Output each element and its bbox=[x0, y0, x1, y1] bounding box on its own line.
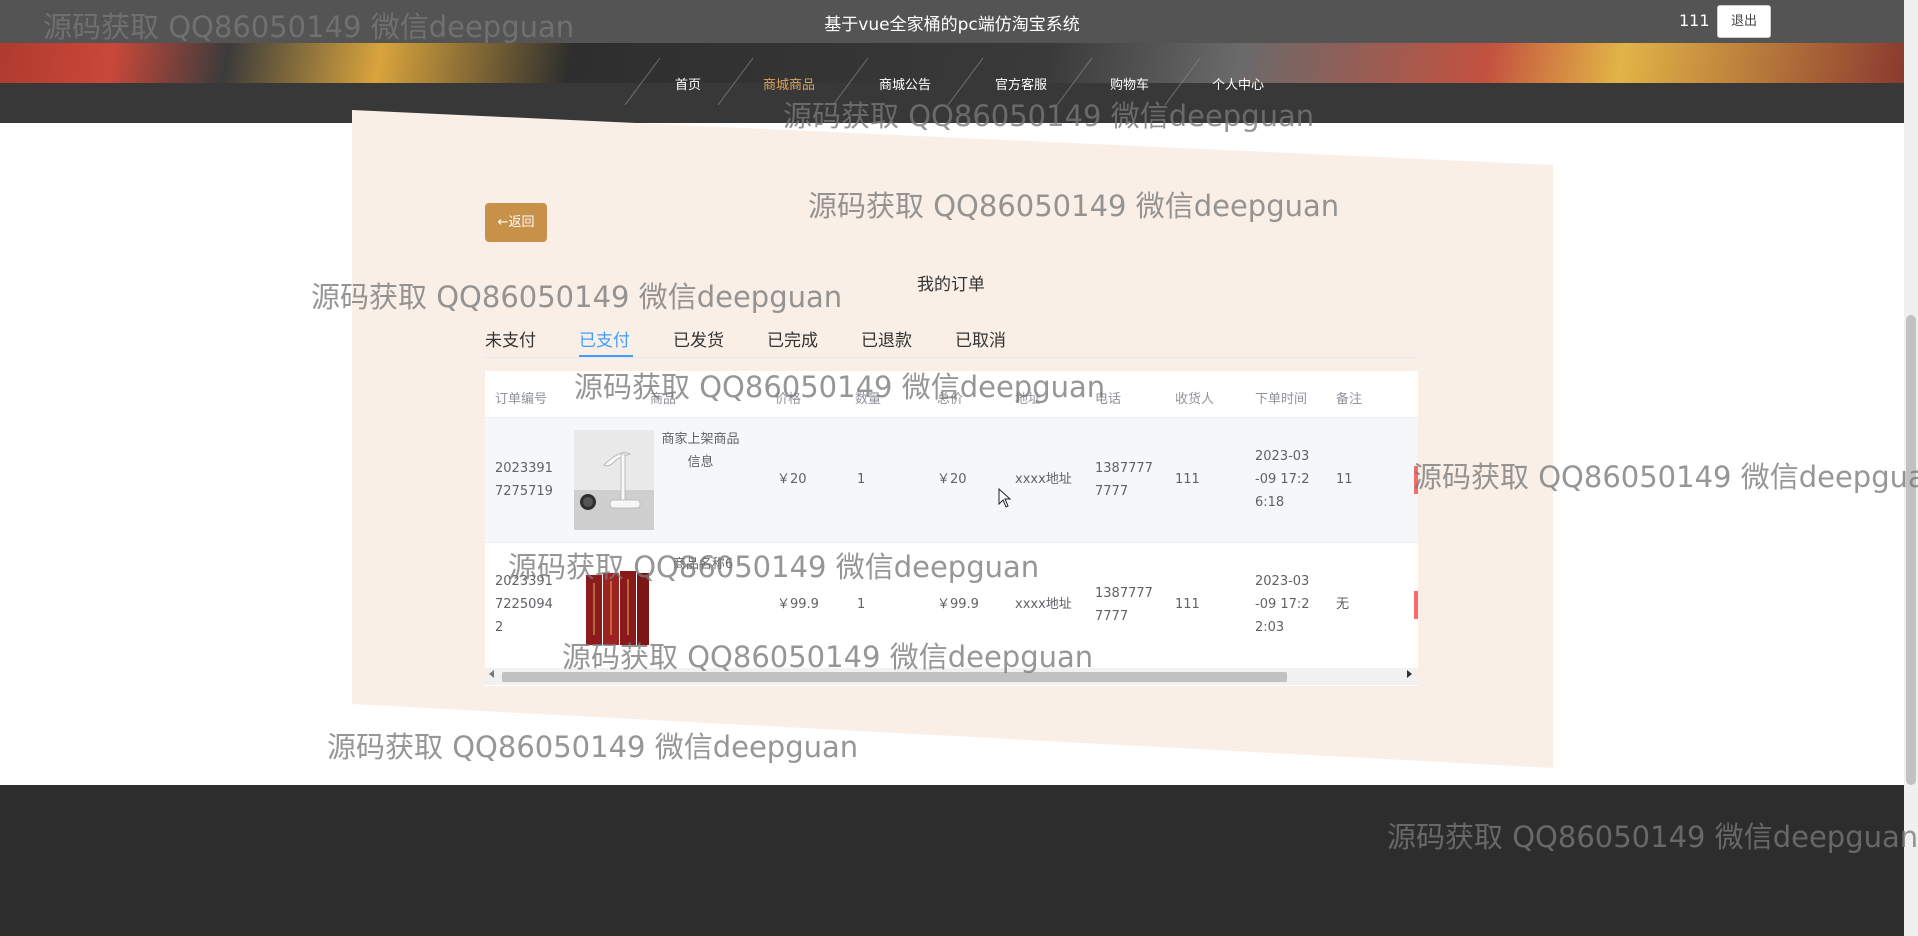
column-header: 订单编号 bbox=[495, 392, 548, 407]
remark: 无 bbox=[1336, 597, 1350, 612]
top-bar: 基于vue全家桶的pc端仿淘宝系统 bbox=[0, 0, 1904, 43]
quantity: 1 bbox=[857, 472, 866, 487]
active-tab-indicator bbox=[579, 355, 633, 357]
watermark: 源码获取 QQ86050149 微信deepguan bbox=[808, 189, 1340, 223]
order-time: 2023-03 -09 17:2 2:03 bbox=[1255, 574, 1310, 635]
total: ￥99.9 bbox=[937, 597, 979, 612]
receiver: 111 bbox=[1175, 597, 1200, 612]
watermark: 源码获取 QQ86050149 微信deepguan bbox=[1413, 460, 1918, 494]
phone: 1387777 7777 bbox=[1095, 461, 1153, 499]
column-header: 地址 bbox=[1015, 392, 1042, 407]
column-header: 电话 bbox=[1095, 392, 1122, 407]
tab-unpaid[interactable]: 未支付 bbox=[485, 326, 536, 351]
scroll-left-arrow-icon[interactable] bbox=[489, 670, 494, 678]
column-header: 下单时间 bbox=[1255, 392, 1308, 407]
footer bbox=[0, 785, 1904, 936]
address: xxxx地址 bbox=[1015, 472, 1072, 487]
tab-paid[interactable]: 已支付 bbox=[579, 326, 630, 351]
price: ￥20 bbox=[777, 472, 807, 487]
nav-bar bbox=[0, 83, 1904, 123]
column-header: 备注 bbox=[1336, 392, 1363, 407]
book-set-image bbox=[574, 555, 654, 655]
watermark: 源码获取 QQ86050149 微信deepguan bbox=[327, 730, 859, 764]
nav-item-products[interactable]: 商城商品 bbox=[763, 74, 815, 93]
product-name: 商家上架商品 信息 bbox=[661, 432, 740, 470]
tab-shipped[interactable]: 已发货 bbox=[673, 326, 724, 351]
nav-item-home[interactable]: 首页 bbox=[675, 74, 701, 93]
nav-item-service[interactable]: 官方客服 bbox=[995, 74, 1047, 93]
mouse-cursor-icon bbox=[998, 488, 1012, 508]
watermark: 源码获取 QQ86050149 微信deepguan bbox=[311, 280, 843, 314]
scroll-right-arrow-icon[interactable] bbox=[1407, 670, 1412, 678]
nav-item-notices[interactable]: 商城公告 bbox=[879, 74, 931, 93]
action-button-edge[interactable] bbox=[1414, 466, 1418, 494]
total: ￥20 bbox=[937, 472, 967, 487]
order-status-tabs: 未支付 已支付 已发货 已完成 已退款 已取消 bbox=[485, 320, 1418, 358]
banner-image bbox=[0, 43, 1904, 83]
address: xxxx地址 bbox=[1015, 597, 1072, 612]
page-scrollbar-thumb[interactable] bbox=[1906, 315, 1916, 785]
tab-refunded[interactable]: 已退款 bbox=[861, 326, 912, 351]
back-button[interactable]: ←返回 bbox=[485, 203, 547, 242]
tab-completed[interactable]: 已完成 bbox=[767, 326, 818, 351]
action-button-edge[interactable] bbox=[1414, 591, 1418, 619]
column-header: 总价 bbox=[937, 392, 964, 407]
table-row[interactable]: 2023391 7225094 2 商品名称6 ￥99.9 1 ￥99.9 xx… bbox=[485, 543, 1418, 667]
table-row[interactable]: 2023391 7275719 商家上架商品 信息 ￥20 1 ￥20 xxxx… bbox=[485, 418, 1418, 542]
product-image[interactable] bbox=[574, 430, 654, 530]
page-title: 我的订单 bbox=[917, 275, 985, 295]
user-name[interactable]: 111 bbox=[1679, 11, 1710, 30]
column-header: 收货人 bbox=[1175, 392, 1215, 407]
tab-cancelled[interactable]: 已取消 bbox=[955, 326, 1006, 351]
orders-table: 订单编号 商品 价格 数量 总价 地址 电话 收货人 下单时间 备注 20233… bbox=[485, 371, 1418, 686]
product-image[interactable] bbox=[574, 555, 654, 655]
price: ￥99.9 bbox=[777, 597, 819, 612]
scrollbar-thumb[interactable] bbox=[502, 672, 1287, 682]
column-header: 价格 bbox=[775, 392, 802, 407]
site-title: 基于vue全家桶的pc端仿淘宝系统 bbox=[824, 15, 1080, 35]
desk-lamp-image bbox=[574, 430, 654, 530]
order-time: 2023-03 -09 17:2 6:18 bbox=[1255, 449, 1310, 510]
order-number: 2023391 7275719 bbox=[495, 461, 553, 499]
product-name: 商品名称6 bbox=[672, 557, 734, 572]
order-number: 2023391 7225094 2 bbox=[495, 574, 553, 635]
column-header: 商品 bbox=[650, 392, 677, 407]
phone: 1387777 7777 bbox=[1095, 586, 1153, 624]
receiver: 111 bbox=[1175, 472, 1200, 487]
remark: 11 bbox=[1336, 472, 1353, 487]
column-header: 数量 bbox=[855, 392, 882, 407]
nav-item-cart[interactable]: 购物车 bbox=[1110, 74, 1149, 93]
nav-item-profile[interactable]: 个人中心 bbox=[1212, 74, 1264, 93]
quantity: 1 bbox=[857, 597, 866, 612]
logout-button[interactable]: 退出 bbox=[1717, 5, 1771, 38]
